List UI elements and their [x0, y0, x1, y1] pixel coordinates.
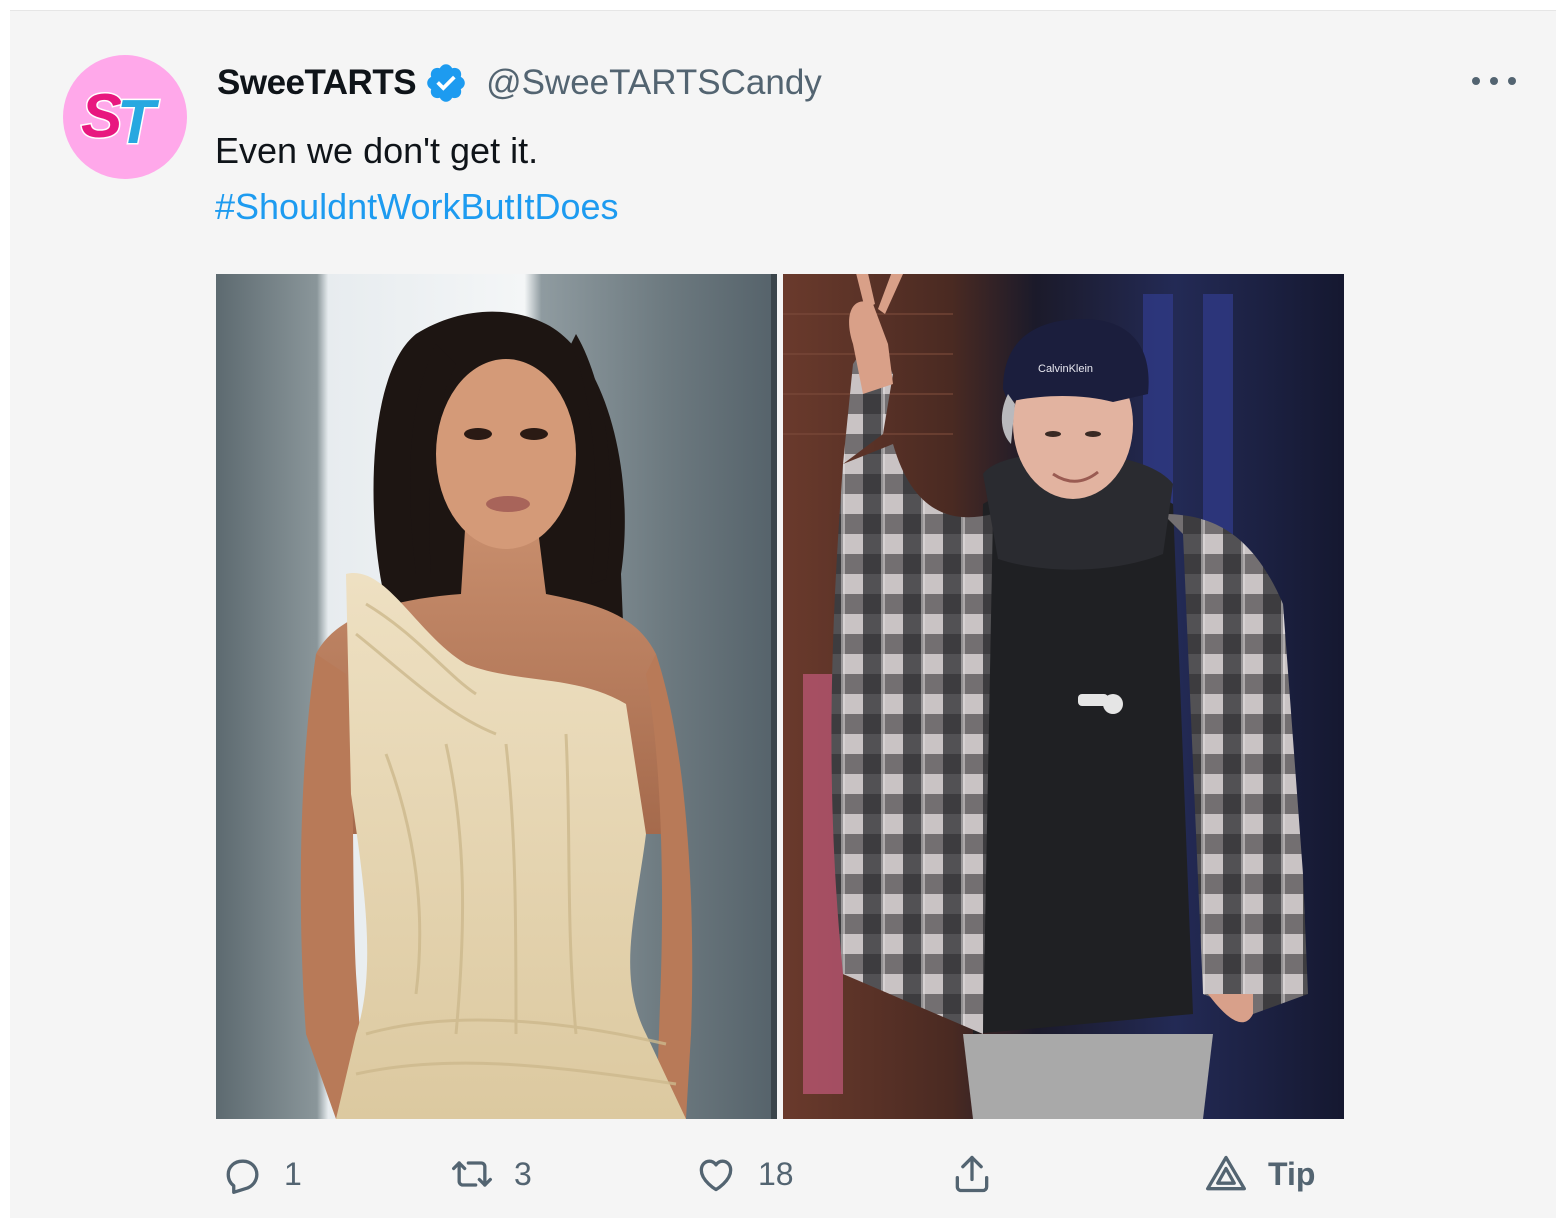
svg-text:CalvinKlein: CalvinKlein — [1038, 363, 1093, 375]
tweet-actions: 1 3 18 Tip — [220, 1149, 1320, 1199]
like-icon — [699, 1159, 733, 1192]
tweet-card[interactable]: S T SweeTARTS @SweeTARTSCandy Even we do… — [10, 10, 1556, 1218]
tweet-text: Even we don't get it. — [215, 130, 539, 171]
photo-left[interactable] — [216, 274, 777, 1119]
tip-label: Tip — [1268, 1155, 1316, 1192]
hashtag-link[interactable]: #ShouldntWorkButItDoes — [215, 185, 619, 229]
retweet-icon — [452, 1161, 492, 1187]
share-icon — [955, 1155, 989, 1193]
woman-photo-image — [216, 274, 777, 1119]
avatar[interactable]: S T — [63, 55, 187, 179]
reply-icon — [226, 1159, 259, 1194]
tweet-media: CalvinKlein — [216, 274, 1344, 1119]
more-icon[interactable] — [1472, 69, 1516, 93]
retweet-button[interactable]: 3 — [450, 1149, 532, 1199]
like-button[interactable]: 18 — [694, 1149, 794, 1199]
tip-icon — [1206, 1155, 1246, 1191]
share-button[interactable] — [950, 1149, 994, 1199]
tip-button[interactable]: Tip — [1204, 1149, 1315, 1199]
reply-count: 1 — [284, 1155, 302, 1192]
tweet-header: SweeTARTS @SweeTARTSCandy — [217, 61, 822, 105]
like-count: 18 — [758, 1155, 794, 1192]
display-name[interactable]: SweeTARTS — [217, 63, 417, 103]
svg-text:T: T — [117, 88, 160, 157]
reply-button[interactable]: 1 — [220, 1149, 302, 1199]
retweet-count: 3 — [514, 1155, 532, 1192]
verified-badge-icon — [427, 64, 465, 102]
user-handle[interactable]: @SweeTARTSCandy — [486, 63, 822, 103]
man-photo-image: CalvinKlein — [783, 274, 1344, 1119]
photo-right[interactable]: CalvinKlein — [783, 274, 1344, 1119]
sweetarts-logo: S T — [80, 81, 162, 158]
